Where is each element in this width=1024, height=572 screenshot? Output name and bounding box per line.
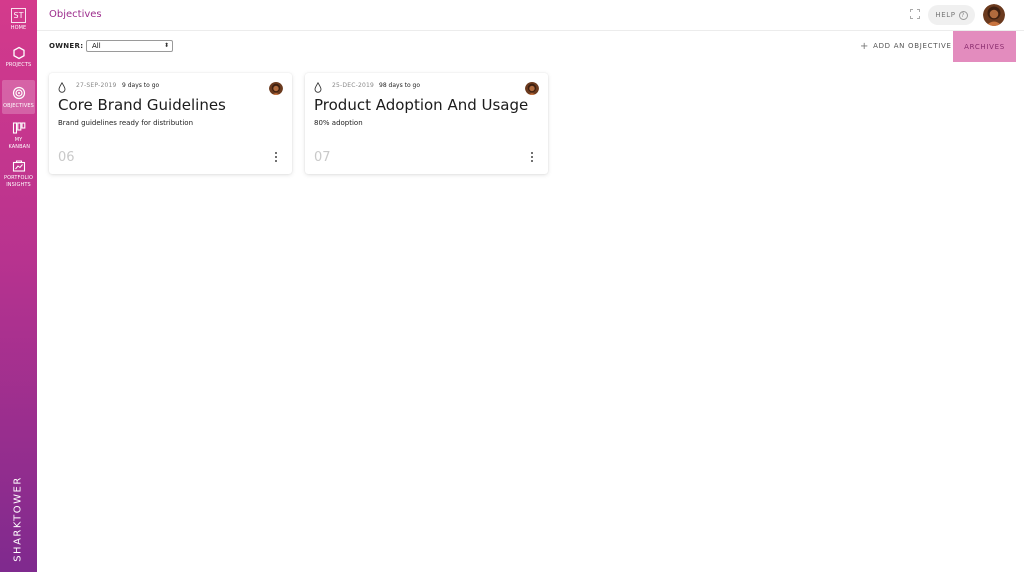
portfolio-icon <box>12 160 25 172</box>
owner-filter-label: OWNER: <box>49 42 84 50</box>
page-title: Objectives <box>49 9 102 20</box>
sidebar-item-projects[interactable]: PROJECTS <box>0 46 37 69</box>
objective-title: Core Brand Guidelines <box>58 96 226 114</box>
add-objective-button[interactable]: + ADD AN OBJECTIVE <box>860 40 952 52</box>
sidebar-item-label: HOME <box>10 25 27 31</box>
objective-title: Product Adoption And Usage <box>314 96 529 114</box>
sidebar: ST HOME PROJECTS OBJECTIVES MY KANBAN PO… <box>0 0 37 572</box>
owner-avatar <box>269 81 283 95</box>
drop-icon <box>58 82 66 93</box>
brand-logo: SHARKTOWER <box>3 474 33 564</box>
objective-card[interactable]: 25-DEC-2019 98 days to go Product Adopti… <box>305 73 548 174</box>
objective-description: Brand guidelines ready for distribution <box>58 119 194 127</box>
hexagon-icon <box>12 46 25 60</box>
plus-icon: + <box>860 40 870 52</box>
user-avatar[interactable] <box>983 4 1005 26</box>
sidebar-item-objectives[interactable]: OBJECTIVES <box>2 80 35 114</box>
target-icon <box>12 86 25 100</box>
avatar-icon <box>525 82 539 95</box>
home-logo-badge: ST <box>11 8 26 23</box>
objective-date: 25-DEC-2019 <box>332 82 375 89</box>
fullscreen-icon[interactable] <box>910 9 920 19</box>
more-options-icon[interactable] <box>274 152 278 164</box>
select-arrows-icon: ⬍ <box>163 42 169 49</box>
objective-number: 06 <box>58 150 75 165</box>
brand-wordmark: SHARKTOWER <box>12 476 24 562</box>
top-header: Objectives HELP ? <box>37 0 1024 31</box>
sidebar-item-label: OBJECTIVES <box>3 103 34 109</box>
sidebar-item-label: PROJECTS <box>5 62 32 68</box>
sidebar-item-portfolio-insights[interactable]: PORTFOLIO INSIGHTS <box>0 159 37 189</box>
objective-card[interactable]: 27-SEP-2019 9 days to go Core Brand Guid… <box>49 73 292 174</box>
help-button[interactable]: HELP ? <box>928 5 975 25</box>
sidebar-item-home[interactable]: ST HOME <box>0 8 37 32</box>
objective-due: 9 days to go <box>122 82 160 89</box>
more-options-icon[interactable] <box>530 152 534 164</box>
objective-date: 27-SEP-2019 <box>76 82 117 89</box>
archives-label: ARCHIVES <box>964 42 1005 51</box>
sidebar-item-label: MY KANBAN <box>8 137 31 150</box>
avatar-icon <box>983 4 1005 26</box>
objective-description: 80% adoption <box>314 119 363 127</box>
help-label: HELP <box>935 11 956 19</box>
sidebar-item-label: PORTFOLIO INSIGHTS <box>3 175 34 188</box>
avatar-icon <box>269 82 283 95</box>
owner-select[interactable]: All ⬍ <box>86 40 173 52</box>
question-icon: ? <box>958 10 968 20</box>
owner-select-value: All <box>92 42 101 50</box>
objective-number: 07 <box>314 150 331 165</box>
add-objective-label: ADD AN OBJECTIVE <box>873 42 952 50</box>
drop-icon <box>314 82 322 93</box>
objective-due: 98 days to go <box>379 82 421 89</box>
archives-button[interactable]: ARCHIVES <box>953 31 1016 62</box>
owner-avatar <box>525 81 539 95</box>
kanban-icon <box>12 122 25 134</box>
sidebar-item-my-kanban[interactable]: MY KANBAN <box>0 121 37 151</box>
